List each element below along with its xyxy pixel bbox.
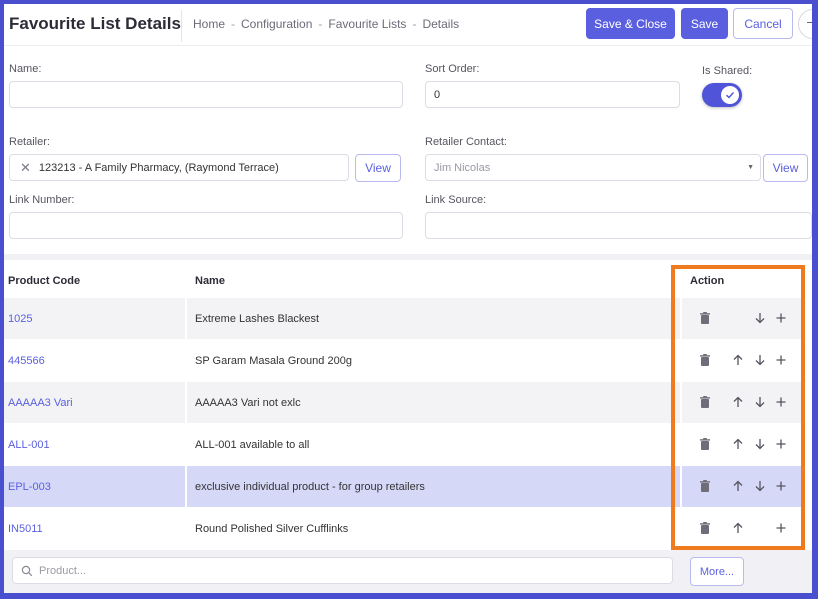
retailer-contact-placeholder: Jim Nicolas xyxy=(434,161,491,174)
arrow-up-icon[interactable] xyxy=(731,521,745,535)
arrow-down-icon[interactable] xyxy=(753,437,767,451)
chevron-down-icon xyxy=(807,22,812,23)
product-code-link[interactable]: EPL-003 xyxy=(4,466,185,507)
sort-order-field[interactable]: 0 xyxy=(425,81,680,108)
save-close-button[interactable]: Save & Close xyxy=(586,8,675,39)
cancel-button[interactable]: Cancel xyxy=(733,8,793,39)
name-label: Name: xyxy=(9,63,42,75)
is-shared-label: Is Shared: xyxy=(702,65,753,77)
trash-icon[interactable] xyxy=(698,395,712,409)
product-code-link[interactable]: AAAAA3 Vari xyxy=(4,382,185,423)
row-actions xyxy=(682,508,804,549)
retailer-contact-select[interactable]: Jim Nicolas ▼ xyxy=(425,154,761,181)
table-row[interactable]: EPL-003 exclusive individual product - fo… xyxy=(4,466,812,507)
product-search-input[interactable]: Product... xyxy=(12,557,673,584)
trash-icon[interactable] xyxy=(698,437,712,451)
trash-icon[interactable] xyxy=(698,353,712,367)
sort-order-label: Sort Order: xyxy=(425,63,480,75)
page-header: Favourite List Details Home - Configurat… xyxy=(4,4,812,46)
row-actions xyxy=(682,340,804,381)
column-header-product-code: Product Code xyxy=(8,275,81,287)
arrow-up-icon[interactable] xyxy=(731,353,745,367)
column-header-name: Name xyxy=(195,275,225,287)
product-name: AAAAA3 Vari not exlc xyxy=(187,382,680,423)
row-actions xyxy=(682,466,804,507)
trash-icon[interactable] xyxy=(698,479,712,493)
save-button[interactable]: Save xyxy=(681,8,728,39)
arrow-down-icon[interactable] xyxy=(753,395,767,409)
retailer-value: 123213 - A Family Pharmacy, (Raymond Ter… xyxy=(38,161,279,174)
link-source-label: Link Source: xyxy=(425,194,487,206)
retailer-field[interactable]: ✕ 123213 - A Family Pharmacy, (Raymond T… xyxy=(9,154,349,181)
is-shared-toggle[interactable] xyxy=(702,83,742,107)
trash-icon[interactable] xyxy=(698,311,712,325)
table-row[interactable]: 1025 Extreme Lashes Blackest xyxy=(4,298,812,339)
breadcrumb-details: Details xyxy=(422,17,460,31)
link-source-field[interactable] xyxy=(425,212,812,239)
plus-icon[interactable] xyxy=(774,353,788,367)
product-code-link[interactable]: IN5011 xyxy=(4,508,185,549)
breadcrumb-separator: - xyxy=(231,17,236,31)
arrow-up-icon[interactable] xyxy=(731,479,745,493)
link-number-label: Link Number: xyxy=(9,194,75,206)
chevron-down-icon: ▼ xyxy=(747,164,754,171)
header-divider xyxy=(181,10,182,42)
arrow-up-icon[interactable] xyxy=(731,395,745,409)
breadcrumb-home[interactable]: Home xyxy=(193,17,225,31)
table-row[interactable]: AAAAA3 Vari AAAAA3 Vari not exlc xyxy=(4,382,812,423)
breadcrumb: Home - Configuration - Favourite Lists -… xyxy=(193,17,459,31)
product-code-link[interactable]: 1025 xyxy=(4,298,185,339)
product-code-link[interactable]: 445566 xyxy=(4,340,185,381)
table-row[interactable]: IN5011 Round Polished Silver Cufflinks xyxy=(4,508,812,549)
breadcrumb-separator: - xyxy=(412,17,417,31)
plus-icon[interactable] xyxy=(774,437,788,451)
plus-icon[interactable] xyxy=(774,479,788,493)
page-frame: Favourite List Details Home - Configurat… xyxy=(4,4,812,593)
plus-icon[interactable] xyxy=(774,521,788,535)
arrow-up-icon[interactable] xyxy=(731,437,745,451)
product-search-placeholder: Product... xyxy=(39,564,87,577)
plus-icon[interactable] xyxy=(774,311,788,325)
product-name: ALL-001 available to all xyxy=(195,438,310,451)
product-code-link[interactable]: ALL-001 xyxy=(4,424,185,465)
link-number-field[interactable] xyxy=(9,212,403,239)
trash-icon[interactable] xyxy=(698,521,712,535)
page-title: Favourite List Details xyxy=(9,14,181,33)
breadcrumb-favourite-lists[interactable]: Favourite Lists xyxy=(328,17,406,31)
arrow-down-icon[interactable] xyxy=(753,353,767,367)
more-button[interactable]: More... xyxy=(690,557,744,586)
breadcrumb-separator: - xyxy=(318,17,323,31)
product-name: Round Polished Silver Cufflinks xyxy=(195,522,349,535)
table-row[interactable]: 445566 SP Garam Masala Ground 200g xyxy=(4,340,812,381)
arrow-down-icon[interactable] xyxy=(753,479,767,493)
retailer-label: Retailer: xyxy=(9,136,50,148)
breadcrumb-configuration[interactable]: Configuration xyxy=(241,17,312,31)
row-actions xyxy=(682,382,804,423)
retailer-view-button[interactable]: View xyxy=(355,154,401,182)
clear-icon[interactable]: ✕ xyxy=(20,160,31,176)
search-icon xyxy=(21,565,33,576)
name-field[interactable] xyxy=(9,81,403,108)
section-divider xyxy=(4,254,812,260)
product-name: exclusive individual product - for group… xyxy=(187,466,680,507)
arrow-down-icon[interactable] xyxy=(753,311,767,325)
row-actions xyxy=(682,424,804,465)
product-name: SP Garam Masala Ground 200g xyxy=(195,354,352,367)
column-header-action: Action xyxy=(690,275,725,287)
retailer-contact-label: Retailer Contact: xyxy=(425,136,507,148)
plus-icon[interactable] xyxy=(774,395,788,409)
table-row[interactable]: ALL-001 ALL-001 available to all xyxy=(4,424,812,465)
toggle-knob xyxy=(721,86,739,104)
check-icon xyxy=(726,92,735,99)
retailer-contact-view-button[interactable]: View xyxy=(763,154,808,182)
user-menu-button[interactable] xyxy=(798,9,812,39)
product-name: Extreme Lashes Blackest xyxy=(187,298,680,339)
row-actions xyxy=(682,298,804,339)
